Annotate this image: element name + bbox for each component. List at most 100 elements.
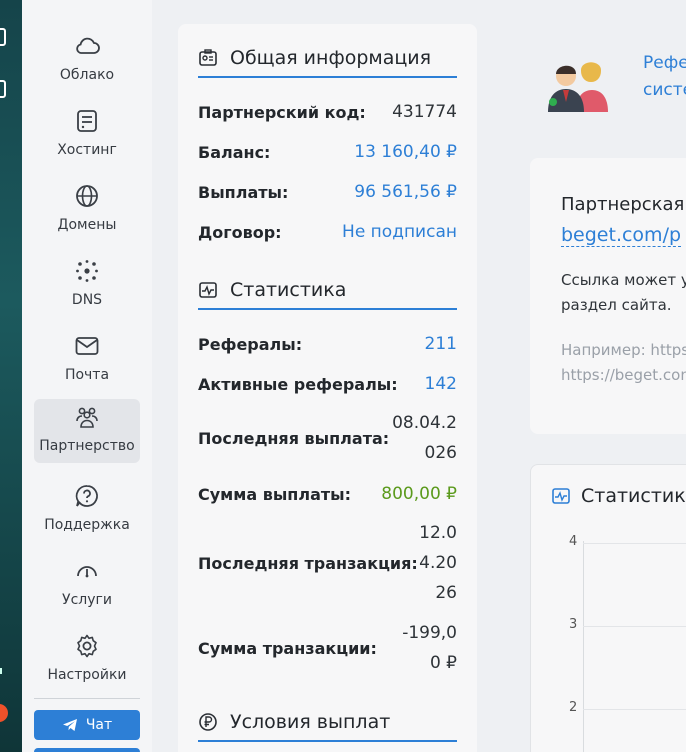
y-tick-label: 3	[569, 617, 578, 632]
chart-gridline	[583, 543, 686, 544]
value-line: 08.04.2	[392, 413, 457, 433]
y-tick-label: 4	[569, 534, 578, 549]
payout-amount-value: 800,00 ₽	[381, 484, 457, 504]
server-icon	[77, 110, 97, 132]
link-line: систе	[643, 80, 686, 100]
info-row-partner-code: Партнерский код: 431774	[198, 100, 457, 124]
chart-icon	[552, 488, 570, 504]
partner-link-example: Например: https https://beget.con	[561, 338, 686, 388]
sidebar-item-partnership[interactable]: Партнерство	[34, 399, 140, 463]
info-label: Партнерский код:	[198, 102, 366, 122]
sidebar-nav: Облако Хостинг Домены DNS Почта Партнерс…	[22, 0, 152, 752]
last-payout-value: 08.04.2 026	[392, 408, 457, 468]
value-line: 026	[424, 443, 457, 463]
stats-label: Активные рефералы:	[198, 374, 398, 394]
info-row-contract: Договор: Не подписан	[198, 220, 457, 244]
left-edge-panel	[0, 0, 22, 752]
cloud-icon	[76, 37, 100, 54]
chat-button[interactable]: Чат	[34, 710, 140, 740]
sidebar-item-label: Домены	[57, 217, 117, 233]
active-referrals-value-link[interactable]: 142	[425, 374, 457, 394]
id-card-icon	[199, 49, 217, 66]
value-line: 0 ₽	[429, 653, 457, 673]
sidebar-item-label: Хостинг	[57, 142, 117, 158]
value-line: -199,0	[402, 623, 457, 643]
partner-info-card: Общая информация Партнерский код: 431774…	[178, 24, 477, 752]
partner-link-card: Партнерская beget.com/p Ссылка может ук …	[530, 158, 686, 434]
dns-network-icon	[76, 260, 98, 282]
balance-value-link[interactable]: 13 160,40 ₽	[354, 142, 457, 162]
edge-window-icon[interactable]	[0, 28, 6, 46]
edge-panel-icon[interactable]	[0, 80, 6, 98]
sidebar-item-settings[interactable]: Настройки	[34, 628, 140, 692]
statistics-chart-card: Статистика 4 3 2	[530, 464, 686, 752]
stats-label: Последняя выплата:	[198, 428, 390, 448]
sidebar-item-label: Партнерство	[39, 438, 135, 454]
contract-status-link[interactable]: Не подписан	[342, 222, 457, 242]
stats-row-last-payout: Последняя выплата: 08.04.2 026	[198, 408, 457, 468]
stats-row-transaction-amount: Сумма транзакции: -199,0 0 ₽	[198, 618, 457, 678]
notification-badge[interactable]	[0, 704, 8, 722]
info-label: Выплаты:	[198, 182, 289, 202]
stats-row-payout-amount: Сумма выплаты: 800,00 ₽	[198, 482, 457, 506]
sidebar-item-domains[interactable]: Домены	[34, 178, 140, 242]
stats-row-last-transaction: Последняя транзакция: 12.0 4.20 26	[198, 518, 457, 608]
referrals-value-link[interactable]: 211	[425, 334, 457, 354]
sidebar-item-label: Услуги	[62, 592, 112, 608]
last-transaction-value: 12.0 4.20 26	[419, 518, 457, 608]
info-label: Баланс:	[198, 142, 271, 162]
general-info-header: Общая информация	[198, 40, 457, 78]
text-line: Ссылка может ук	[561, 271, 686, 289]
referral-system-link[interactable]: Рефе систе	[643, 50, 686, 104]
sidebar-item-services[interactable]: Услуги	[34, 553, 140, 617]
y-tick-label: 2	[569, 700, 578, 715]
sidebar-item-label: Поддержка	[44, 517, 130, 533]
value-line: 4.20	[419, 553, 457, 573]
partner-link-description: Ссылка может ук раздел сайта.	[561, 268, 686, 318]
sidebar-item-support[interactable]: Поддержка	[34, 478, 140, 542]
stats-row-referrals: Рефералы: 211	[198, 332, 457, 356]
sidebar-item-label: Настройки	[47, 667, 127, 683]
sidebar-divider	[34, 698, 140, 699]
referral-people-icon	[548, 62, 608, 112]
chart-title: Статистика	[581, 485, 686, 507]
section-title: Статистика	[230, 279, 347, 301]
telegram-icon	[62, 719, 77, 731]
sidebar-item-label: Облако	[59, 67, 115, 83]
section-title: Общая информация	[230, 47, 432, 69]
sidebar-item-hosting[interactable]: Хостинг	[34, 103, 140, 167]
info-row-balance: Баланс: 13 160,40 ₽	[198, 140, 457, 164]
sidebar-item-cloud[interactable]: Облако	[34, 28, 140, 92]
sidebar-item-label: DNS	[71, 292, 103, 308]
stats-header: Статистика	[198, 272, 457, 310]
partner-link[interactable]: beget.com/p	[561, 224, 682, 247]
link-line: Рефе	[643, 53, 686, 73]
chart-icon	[199, 282, 217, 298]
payouts-value-link[interactable]: 96 561,56 ₽	[354, 182, 457, 202]
info-label: Договор:	[198, 222, 282, 242]
partners-icon	[76, 407, 98, 428]
stats-label: Рефералы:	[198, 334, 303, 354]
edge-divider	[0, 668, 2, 674]
info-row-payouts: Выплаты: 96 561,56 ₽	[198, 180, 457, 204]
stats-row-active-referrals: Активные рефералы: 142	[198, 372, 457, 396]
chart-gridline	[583, 626, 686, 627]
partner-code-value: 431774	[392, 102, 457, 122]
text-line: Например: https	[561, 341, 686, 359]
globe-icon	[76, 185, 98, 207]
value-line: 26	[435, 583, 457, 603]
services-gauge-icon	[77, 566, 97, 578]
payout-conditions-header: Условия выплат	[198, 704, 457, 742]
text-line: https://beget.con	[561, 366, 686, 384]
chart-y-axis	[583, 541, 584, 752]
sidebar-item-dns[interactable]: DNS	[34, 253, 140, 317]
sidebar-item-mail[interactable]: Почта	[34, 328, 140, 392]
chat-button-label: Чат	[85, 717, 113, 733]
sidebar-item-label: Почта	[64, 367, 110, 383]
chart-header: Статистика	[551, 485, 686, 507]
value-line: 12.0	[419, 523, 457, 543]
stats-label: Сумма выплаты:	[198, 484, 351, 504]
stats-label: Последняя транзакция:	[198, 553, 418, 573]
secondary-button[interactable]	[34, 748, 140, 752]
section-title: Условия выплат	[230, 711, 391, 733]
